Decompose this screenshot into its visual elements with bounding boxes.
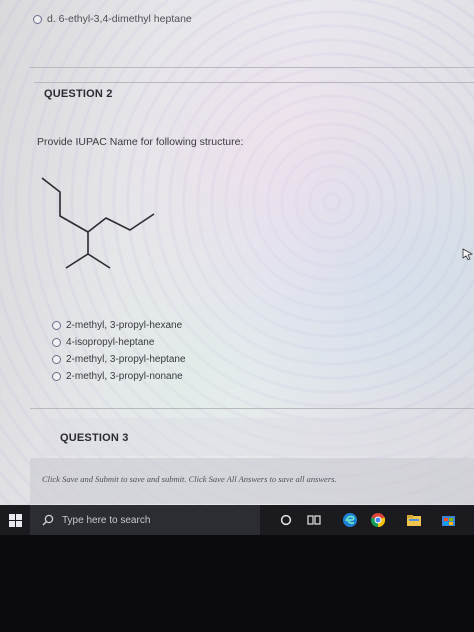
browser-content: d. 6-ethyl-3,4-dimethyl heptane QUESTION…: [0, 0, 474, 505]
mouse-cursor-icon: [462, 248, 474, 260]
question-2-options: 2-methyl, 3-propyl-hexane 4-isopropyl-he…: [52, 317, 186, 385]
option-label: d. 6-ethyl-3,4-dimethyl heptane: [47, 13, 192, 25]
search-icon: [42, 514, 54, 526]
start-button[interactable]: [0, 505, 30, 535]
answer-option-b[interactable]: 4-isopropyl-heptane: [52, 334, 186, 351]
windows-taskbar: Type here to search: [0, 505, 474, 535]
question-3-block: QUESTION 3: [44, 418, 474, 456]
question-3-header: QUESTION 3: [60, 432, 129, 444]
search-placeholder: Type here to search: [62, 514, 151, 526]
submit-instructions-bar: Click Save and Submit to save and submit…: [30, 458, 474, 504]
skeletal-structure-image: [41, 177, 155, 269]
answer-option-d[interactable]: 2-methyl, 3-propyl-nonane: [52, 368, 186, 385]
previous-question-option-d[interactable]: d. 6-ethyl-3,4-dimethyl heptane: [33, 13, 192, 25]
cortana-button[interactable]: [272, 505, 300, 535]
question-2-header: QUESTION 2: [44, 88, 113, 100]
file-explorer-taskbar-button[interactable]: [400, 505, 428, 535]
taskbar-search-box[interactable]: Type here to search: [30, 505, 260, 535]
radio-button[interactable]: [52, 321, 61, 330]
chrome-taskbar-button[interactable]: [364, 505, 392, 535]
radio-button[interactable]: [33, 14, 42, 24]
option-label: 2-methyl, 3-propyl-hexane: [66, 320, 183, 331]
chrome-browser-icon: [370, 513, 386, 528]
windows-logo-icon: [8, 513, 22, 527]
divider: [30, 67, 474, 68]
task-view-icon: [307, 515, 321, 525]
divider: [34, 82, 474, 83]
task-view-button[interactable]: [300, 505, 328, 535]
file-explorer-icon: [407, 514, 421, 526]
store-icon: [441, 516, 455, 526]
edge-browser-icon: [343, 513, 357, 527]
store-taskbar-button[interactable]: [434, 505, 462, 535]
submit-instructions: Click Save and Submit to save and submit…: [42, 474, 337, 484]
edge-taskbar-button[interactable]: [336, 505, 364, 535]
radio-button[interactable]: [52, 355, 61, 364]
option-label: 4-isopropyl-heptane: [66, 337, 155, 348]
option-label: 2-methyl, 3-propyl-heptane: [66, 354, 186, 365]
radio-button[interactable]: [52, 338, 61, 347]
question-2-prompt: Provide IUPAC Name for following structu…: [37, 136, 244, 148]
option-label: 2-methyl, 3-propyl-nonane: [66, 371, 183, 382]
answer-option-c[interactable]: 2-methyl, 3-propyl-heptane: [52, 351, 186, 368]
divider: [30, 408, 474, 409]
radio-button[interactable]: [52, 372, 61, 381]
cortana-circle-icon: [280, 514, 292, 526]
answer-option-a[interactable]: 2-methyl, 3-propyl-hexane: [52, 317, 186, 334]
